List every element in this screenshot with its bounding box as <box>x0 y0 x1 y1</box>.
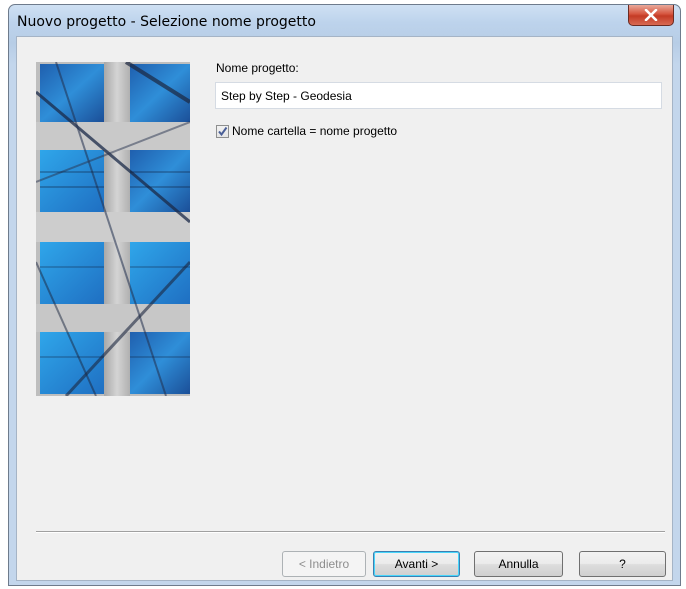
separator <box>36 531 665 533</box>
folder-name-checkbox-row[interactable]: Nome cartella = nome progetto <box>216 124 397 138</box>
close-button[interactable] <box>628 5 674 26</box>
back-button[interactable]: < Indietro <box>282 551 366 577</box>
help-button[interactable]: ? <box>579 551 666 577</box>
cancel-button[interactable]: Annulla <box>474 551 563 577</box>
dialog-content: Nome progetto: Nome cartella = nome prog… <box>16 36 673 581</box>
folder-name-checkbox-label: Nome cartella = nome progetto <box>232 124 398 138</box>
next-button[interactable]: Avanti > <box>373 551 460 577</box>
project-name-label: Nome progetto: <box>216 61 299 75</box>
banner-image <box>36 62 190 396</box>
dialog-window: Nuovo progetto - Selezione nome progetto <box>8 4 681 586</box>
building-facade-image <box>36 62 190 396</box>
checkmark-icon <box>218 126 228 136</box>
folder-name-checkbox[interactable] <box>216 124 229 138</box>
title-bar[interactable]: Nuovo progetto - Selezione nome progetto <box>9 5 680 39</box>
close-icon <box>644 9 658 21</box>
window-title: Nuovo progetto - Selezione nome progetto <box>17 14 316 30</box>
project-name-input[interactable] <box>215 82 662 109</box>
